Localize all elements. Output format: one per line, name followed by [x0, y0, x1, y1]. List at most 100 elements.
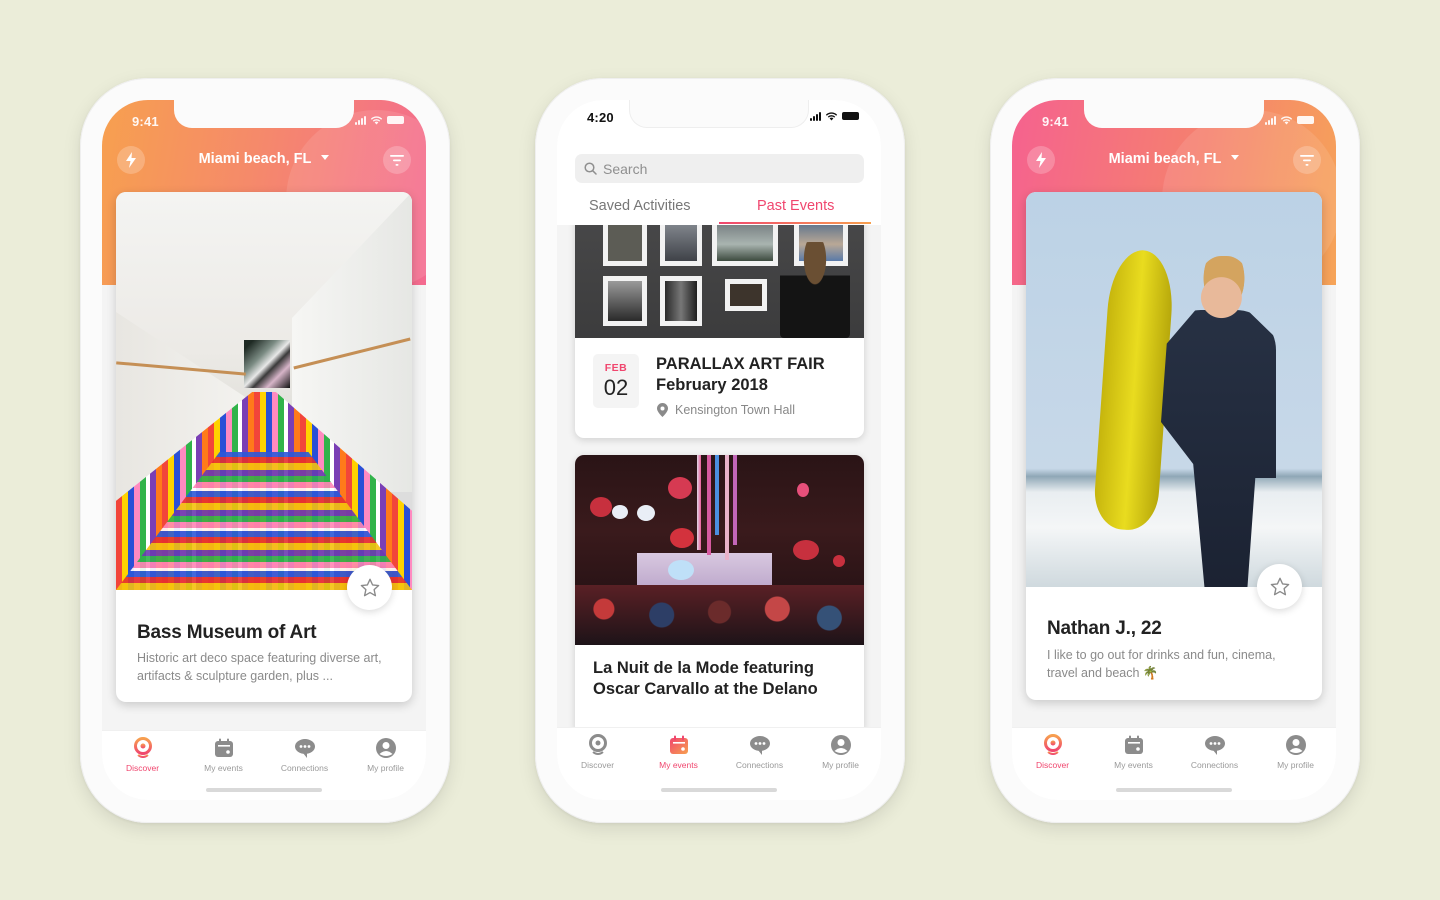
tab-my-profile[interactable]: My profile: [345, 737, 426, 773]
event-title: La Nuit de la Mode featuring Oscar Carva…: [593, 659, 818, 698]
top-nav: Miami beach, FL: [1012, 142, 1336, 178]
notch: [1084, 100, 1264, 128]
phone-screen: 4:20 Search Saved Activities Past Events: [557, 100, 881, 800]
tab-label: Connections: [735, 760, 784, 770]
signal-icon: [810, 111, 821, 121]
visitor-figure: [780, 242, 850, 338]
place-card[interactable]: Bass Museum of Art Historic art deco spa…: [116, 192, 412, 702]
tab-label: Discover: [1035, 760, 1070, 770]
battery-icon: [842, 112, 859, 120]
search-input[interactable]: Search: [575, 154, 864, 183]
tab-bar: Discover My events Connections My profil…: [557, 727, 881, 800]
profile-icon: [830, 735, 851, 755]
status-time: 9:41: [1042, 114, 1069, 129]
signal-icon: [1265, 115, 1276, 125]
signal-icon: [355, 115, 366, 125]
active-tab-underline: [719, 222, 871, 224]
tab-discover[interactable]: Discover: [1012, 734, 1093, 770]
phone-discover-place: 9:41 Miami beach, FL Bass Museum of Art …: [80, 78, 450, 823]
event-day: 02: [603, 375, 629, 400]
surfer-head: [1198, 256, 1250, 320]
tab-label: My events: [1114, 760, 1153, 770]
surfboard: [1092, 248, 1176, 532]
event-title: PARALLAX ART FAIR February 2018: [656, 355, 825, 394]
phone-screen: 9:41 Miami beach, FL: [1012, 100, 1336, 800]
tab-discover[interactable]: Discover: [557, 734, 638, 770]
phone-my-events: 4:20 Search Saved Activities Past Events: [535, 78, 905, 823]
tab-bar: Discover My events Connections My profil…: [1012, 727, 1336, 800]
search-icon: [584, 162, 597, 175]
event-date: FEB 02: [593, 354, 639, 408]
tab-label: Connections: [280, 763, 329, 773]
tab-past-events[interactable]: Past Events: [757, 198, 834, 214]
battery-icon: [1297, 116, 1314, 124]
location-selector[interactable]: Miami beach, FL: [1012, 151, 1336, 167]
tab-my-profile[interactable]: My profile: [800, 734, 881, 770]
filter-button[interactable]: [1293, 146, 1321, 174]
home-indicator: [206, 788, 322, 792]
discover-pin-icon: [588, 734, 607, 755]
chat-bubble-icon: [749, 736, 770, 755]
star-outline-icon: [1270, 577, 1289, 595]
profile-icon: [1285, 735, 1306, 755]
tab-label: My events: [659, 760, 698, 770]
event-card[interactable]: La Nuit de la Mode featuring Oscar Carva…: [575, 455, 864, 735]
tab-connections[interactable]: Connections: [719, 734, 800, 770]
segmented-tabs: Saved Activities Past Events: [557, 196, 881, 224]
tab-my-events[interactable]: My events: [183, 737, 264, 773]
calendar-icon: [214, 738, 233, 757]
home-indicator: [661, 788, 777, 792]
place-title: Bass Museum of Art: [137, 622, 317, 643]
filter-icon: [390, 154, 404, 166]
location-selector[interactable]: Miami beach, FL: [102, 151, 426, 167]
place-description: Historic art deco space featuring divers…: [137, 651, 382, 683]
location-label: Miami beach, FL: [1108, 151, 1222, 167]
filter-button[interactable]: [383, 146, 411, 174]
chat-bubble-icon: [294, 739, 315, 758]
favorite-button[interactable]: [347, 565, 392, 610]
notch: [629, 100, 809, 128]
search-placeholder: Search: [603, 160, 648, 177]
tab-connections[interactable]: Connections: [1174, 734, 1255, 770]
battery-icon: [387, 116, 404, 124]
phone-discover-person: 9:41 Miami beach, FL Nathan J., 22 I lik…: [990, 78, 1360, 823]
party-concert-photo: [575, 455, 864, 645]
surfer-photo: [1026, 192, 1322, 587]
location-pin-icon: [657, 403, 668, 417]
tab-my-events[interactable]: My events: [638, 734, 719, 770]
chevron-down-icon: [321, 154, 330, 160]
event-location: Kensington Town Hall: [657, 403, 795, 417]
wifi-icon: [1280, 115, 1293, 125]
museum-rainbow-floor-photo: [116, 192, 412, 590]
tab-label: Discover: [125, 763, 160, 773]
person-card[interactable]: Nathan J., 22 I like to go out for drink…: [1026, 192, 1322, 700]
surfer-figure: [1161, 310, 1276, 587]
phone-screen: 9:41 Miami beach, FL: [102, 100, 426, 800]
calendar-icon: [669, 735, 688, 754]
event-card[interactable]: FEB 02 PARALLAX ART FAIR February 2018 K…: [575, 194, 864, 438]
tab-discover[interactable]: Discover: [102, 737, 183, 773]
tab-label: Connections: [1190, 760, 1239, 770]
tab-label: My profile: [1277, 760, 1314, 770]
tab-label: My events: [204, 763, 243, 773]
filter-icon: [1300, 154, 1314, 166]
discover-pin-icon: [1043, 734, 1062, 755]
tab-label: My profile: [822, 760, 859, 770]
wifi-icon: [825, 111, 838, 121]
event-location-label: Kensington Town Hall: [675, 403, 795, 417]
tab-connections[interactable]: Connections: [264, 737, 345, 773]
tab-label: Discover: [580, 760, 615, 770]
chat-bubble-icon: [1204, 736, 1225, 755]
tab-my-events[interactable]: My events: [1093, 734, 1174, 770]
chevron-down-icon: [1231, 154, 1240, 160]
star-outline-icon: [360, 578, 379, 596]
wifi-icon: [370, 115, 383, 125]
home-indicator: [1116, 788, 1232, 792]
favorite-button[interactable]: [1257, 564, 1302, 609]
calendar-icon: [1124, 735, 1143, 754]
crowd: [575, 585, 864, 645]
tab-saved-activities[interactable]: Saved Activities: [589, 198, 691, 214]
discover-pin-icon: [133, 737, 152, 758]
person-bio: I like to go out for drinks and fun, cin…: [1047, 648, 1276, 680]
tab-my-profile[interactable]: My profile: [1255, 734, 1336, 770]
